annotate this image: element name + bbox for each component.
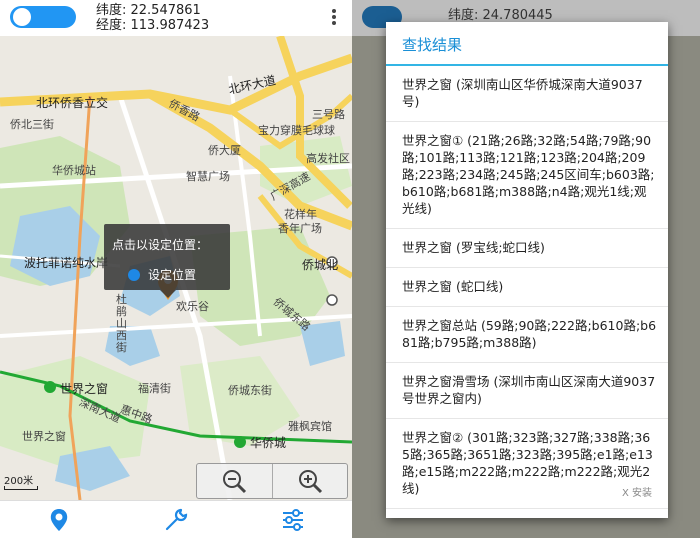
map-label: 华侨城站 (52, 164, 96, 177)
scale-label: 200米 (4, 476, 34, 487)
map-label: 雅枫宾馆 (288, 420, 332, 433)
nav-tools-tab[interactable] (117, 501, 234, 538)
map-label: 宝力穿膜毛球球 (258, 124, 335, 137)
search-results-screen: 纬度: 24.780445 查找结果 世界之窗 (深圳南山区华侨城深南大道903… (352, 0, 700, 538)
set-location-button[interactable]: 设定位置 (128, 266, 196, 283)
sliders-icon (283, 508, 304, 531)
location-dot-icon (128, 268, 140, 281)
popup-arrow (160, 290, 176, 298)
results-list[interactable]: 世界之窗 (深圳南山区华侨城深南大道9037号) 世界之窗① (21路;26路;… (386, 66, 668, 518)
map-label: 杜鹃山西街 (116, 293, 127, 354)
result-item[interactable]: 世界之窗滑雪场 (深圳市南山区深南大道9037号世界之窗内) (386, 363, 668, 419)
top-bar: 纬度: 22.547861 经度: 113.987423 (0, 0, 352, 36)
map-label: 侨城北 (302, 258, 339, 272)
result-item[interactable]: 世界之窗 (蛇口线) (386, 268, 668, 307)
map-label: 香年广场 (278, 222, 322, 235)
result-item[interactable]: 世界之窗 (罗宝线;蛇口线) (386, 229, 668, 268)
map-label: 北环侨香立交 (36, 96, 109, 110)
result-item[interactable]: 世界之窗总站 (59路;90路;222路;b610路;b681路;b795路;m… (386, 307, 668, 363)
location-pin-icon (50, 508, 67, 531)
map-label: 高发社区 (306, 152, 350, 165)
bottom-navigation (0, 500, 352, 538)
map-label: 侨城东街 (228, 384, 272, 397)
zoom-out-icon (223, 470, 247, 494)
set-location-label: 设定位置 (148, 268, 197, 282)
watermark: X 安装 (622, 488, 653, 499)
zoom-in-button[interactable] (273, 464, 348, 498)
map-label: 华侨城 (250, 436, 287, 450)
latitude-readout-dimmed: 纬度: 24.780445 (448, 8, 553, 23)
popup-title: 点击以设定位置： (112, 238, 209, 252)
scale-bar (4, 486, 38, 490)
map-label: 三号路 (312, 108, 345, 121)
wrench-icon (165, 508, 188, 530)
map-label: 福清街 (138, 382, 171, 395)
set-location-popup: 点击以设定位置： 设定位置 (104, 224, 230, 298)
zoom-out-button[interactable] (197, 464, 273, 498)
nav-settings-tab[interactable] (235, 501, 352, 538)
zoom-in-icon (298, 470, 322, 494)
map-label: 波托菲诺纯水岸 (24, 256, 109, 270)
search-results-dialog: 查找结果 世界之窗 (深圳南山区华侨城深南大道9037号) 世界之窗① (21路… (386, 22, 668, 518)
map-label: 欢乐谷 (176, 300, 209, 313)
map-screen: 纬度: 22.547861 经度: 113.987423 北环侨香立交 侨北三街… (0, 0, 352, 538)
result-item[interactable]: 世界之窗 (深圳南山区华侨城深南大道9037号) (386, 66, 668, 122)
latitude-readout: 纬度: 22.547861 (96, 3, 201, 18)
map-label: 世界之窗 (22, 430, 66, 443)
nav-location-tab[interactable] (0, 501, 117, 538)
map-label: 智慧广场 (186, 170, 230, 183)
overflow-menu-icon[interactable] (332, 9, 336, 25)
result-item[interactable]: 世界之窗① (21路;26路;32路;54路;79路;90路;101路;113路… (386, 122, 668, 229)
dialog-title: 查找结果 (402, 36, 463, 54)
map-label: 侨北三街 (10, 118, 54, 131)
longitude-readout: 经度: 113.987423 (96, 18, 210, 33)
mock-location-toggle[interactable] (10, 6, 76, 28)
map-view[interactable]: 北环侨香立交 侨北三街 北环大道 侨香路 三号路 宝力穿膜毛球球 侨大厦 华侨城… (0, 36, 352, 500)
map-label: 侨大厦 (208, 144, 241, 157)
zoom-control (196, 463, 348, 499)
